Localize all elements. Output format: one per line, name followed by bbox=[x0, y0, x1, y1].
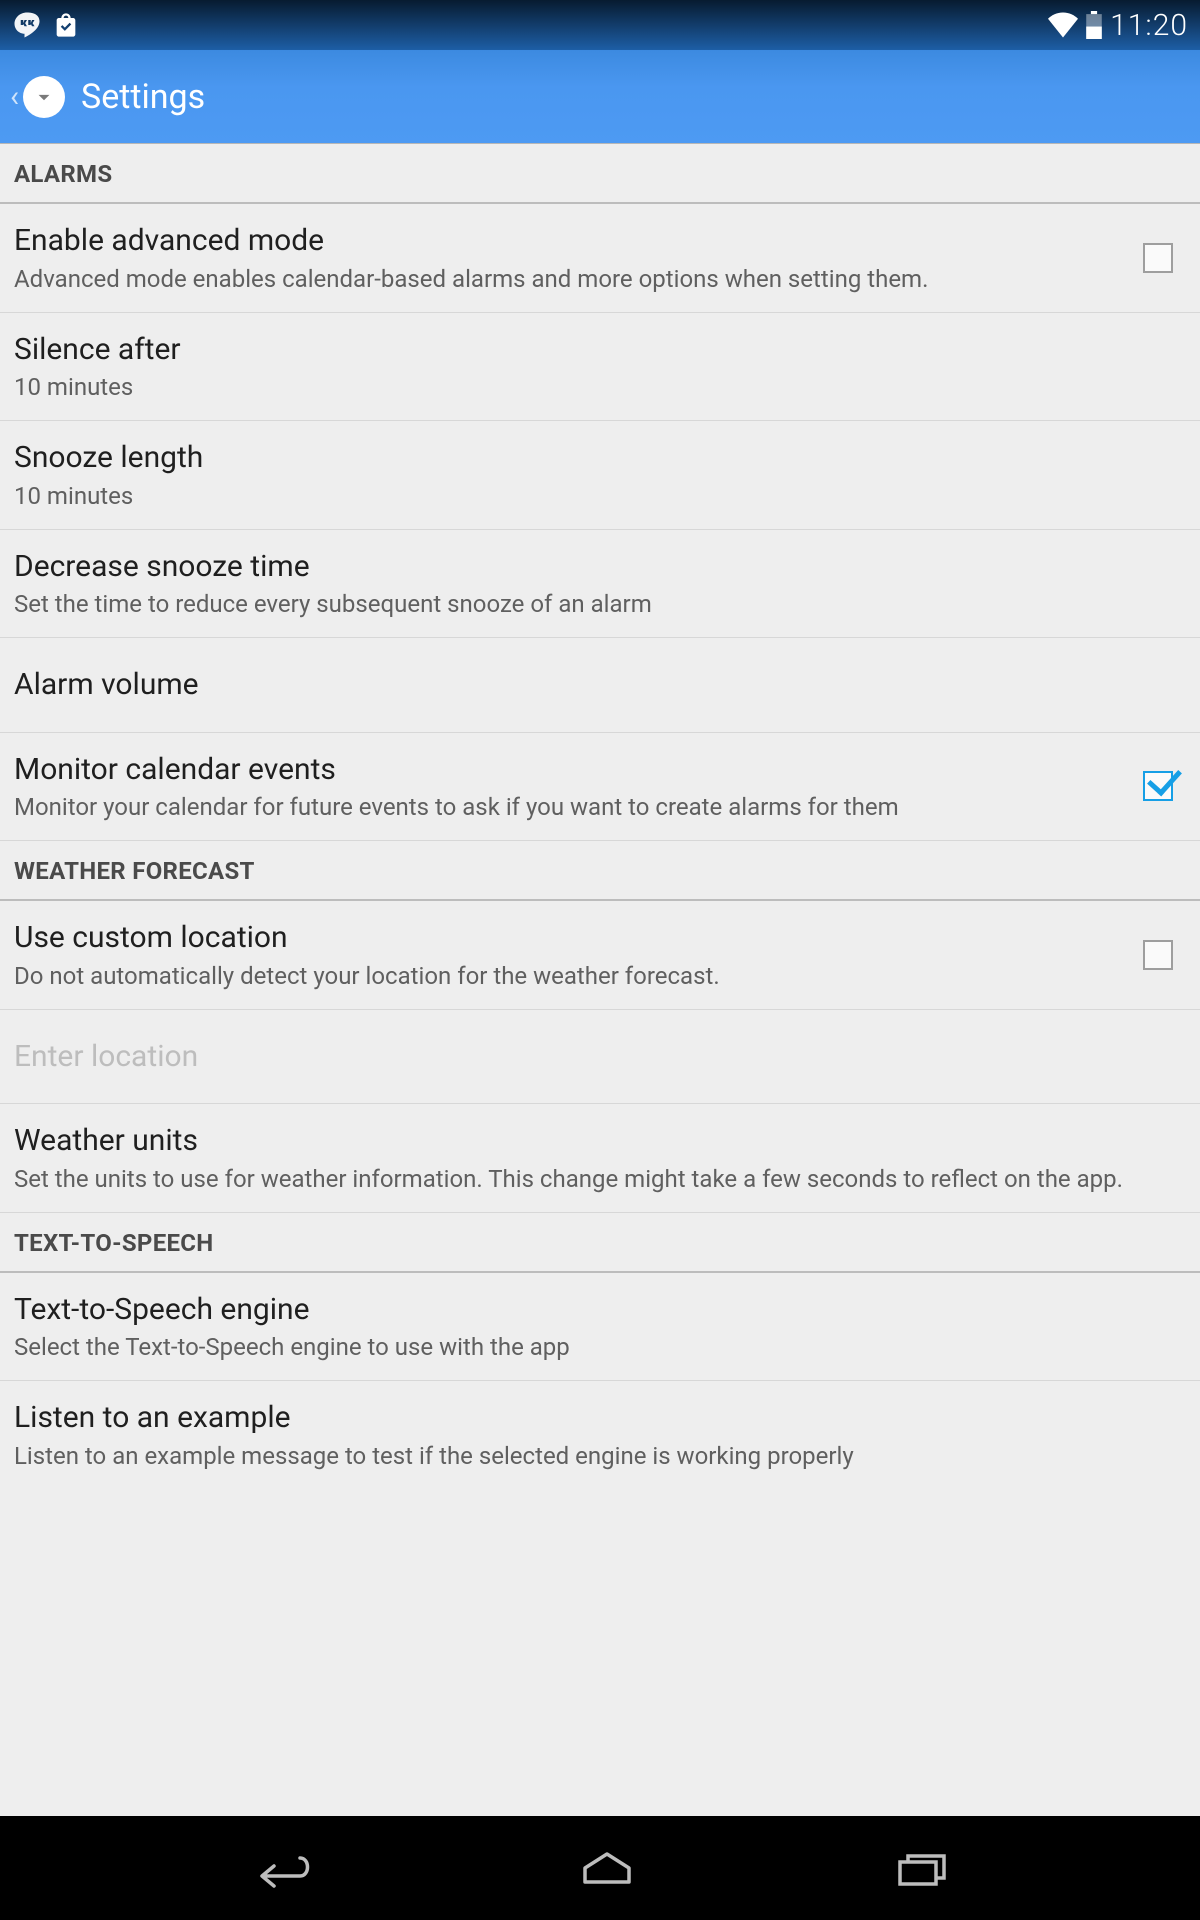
page-title: Settings bbox=[81, 77, 205, 117]
row-title: Listen to an example bbox=[14, 1399, 1166, 1437]
row-title: Use custom location bbox=[14, 919, 1110, 957]
system-nav-bar bbox=[0, 1816, 1200, 1920]
section-header-tts: TEXT-TO-SPEECH bbox=[0, 1213, 1200, 1273]
row-title: Monitor calendar events bbox=[14, 751, 1110, 789]
section-header-alarms: ALARMS bbox=[0, 144, 1200, 204]
nav-back-icon[interactable] bbox=[250, 1848, 320, 1888]
row-subtitle: Select the Text-to-Speech engine to use … bbox=[14, 1332, 1166, 1362]
row-enable-advanced-mode[interactable]: Enable advanced mode Advanced mode enabl… bbox=[0, 204, 1200, 313]
status-bar: 11:20 bbox=[0, 0, 1200, 50]
row-weather-units[interactable]: Weather units Set the units to use for w… bbox=[0, 1104, 1200, 1213]
row-subtitle: Do not automatically detect your locatio… bbox=[14, 961, 1110, 991]
row-alarm-volume[interactable]: Alarm volume bbox=[0, 638, 1200, 733]
row-title: Alarm volume bbox=[14, 666, 1166, 704]
settings-list: ALARMS Enable advanced mode Advanced mod… bbox=[0, 144, 1200, 1816]
hangouts-icon bbox=[12, 10, 42, 40]
row-use-custom-location[interactable]: Use custom location Do not automatically… bbox=[0, 901, 1200, 1010]
back-icon[interactable]: ‹ bbox=[10, 79, 23, 114]
app-icon[interactable] bbox=[23, 76, 65, 118]
app-bar: ‹ Settings bbox=[0, 50, 1200, 144]
row-silence-after[interactable]: Silence after 10 minutes bbox=[0, 313, 1200, 422]
row-subtitle: Listen to an example message to test if … bbox=[14, 1441, 1166, 1471]
row-subtitle: Monitor your calendar for future events … bbox=[14, 792, 1110, 822]
row-subtitle: Set the time to reduce every subsequent … bbox=[14, 589, 1166, 619]
checkbox-custom-location[interactable] bbox=[1143, 940, 1173, 970]
row-monitor-calendar-events[interactable]: Monitor calendar events Monitor your cal… bbox=[0, 733, 1200, 842]
row-enter-location: Enter location bbox=[0, 1010, 1200, 1105]
row-subtitle: 10 minutes bbox=[14, 372, 1166, 402]
row-subtitle: 10 minutes bbox=[14, 481, 1166, 511]
checkbox-monitor-calendar[interactable] bbox=[1143, 771, 1173, 801]
status-time: 11:20 bbox=[1110, 8, 1188, 43]
row-title: Silence after bbox=[14, 331, 1166, 369]
checkbox-enable-advanced-mode[interactable] bbox=[1143, 243, 1173, 273]
wifi-icon bbox=[1048, 12, 1078, 38]
row-listen-example[interactable]: Listen to an example Listen to an exampl… bbox=[0, 1381, 1200, 1489]
row-subtitle: Advanced mode enables calendar-based ala… bbox=[14, 264, 1110, 294]
section-header-weather: WEATHER FORECAST bbox=[0, 841, 1200, 901]
row-title: Text-to-Speech engine bbox=[14, 1291, 1166, 1329]
row-title: Snooze length bbox=[14, 439, 1166, 477]
row-tts-engine[interactable]: Text-to-Speech engine Select the Text-to… bbox=[0, 1273, 1200, 1382]
battery-icon bbox=[1086, 11, 1102, 39]
row-title: Enable advanced mode bbox=[14, 222, 1110, 260]
nav-home-icon[interactable] bbox=[579, 1848, 635, 1888]
row-title: Enter location bbox=[14, 1038, 1166, 1076]
row-subtitle: Set the units to use for weather informa… bbox=[14, 1164, 1166, 1194]
row-title: Weather units bbox=[14, 1122, 1166, 1160]
row-decrease-snooze-time[interactable]: Decrease snooze time Set the time to red… bbox=[0, 530, 1200, 639]
nav-recent-icon[interactable] bbox=[894, 1848, 950, 1888]
row-snooze-length[interactable]: Snooze length 10 minutes bbox=[0, 421, 1200, 530]
row-title: Decrease snooze time bbox=[14, 548, 1166, 586]
shopping-bag-check-icon bbox=[52, 11, 80, 39]
